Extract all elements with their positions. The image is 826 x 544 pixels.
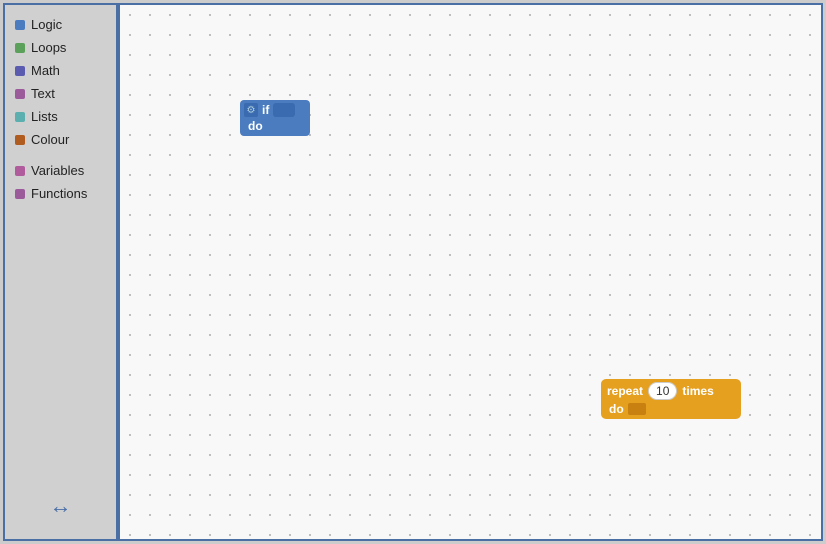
canvas-area[interactable]: ⚙ if do repeat 10 times do [120, 5, 821, 539]
sidebar-label-variables: Variables [31, 163, 84, 178]
repeat-label: repeat [607, 384, 643, 398]
app-container: Logic Loops Math Text Lists Colour Variables Fu… [3, 3, 823, 541]
sidebar-label-logic: Logic [31, 17, 62, 32]
color-dot-logic [15, 20, 25, 30]
sidebar-item-lists[interactable]: Lists [5, 105, 116, 128]
color-dot-lists [15, 112, 25, 122]
color-dot-text [15, 89, 25, 99]
sidebar-item-variables[interactable]: Variables [5, 159, 116, 182]
color-dot-math [15, 66, 25, 76]
repeat-block[interactable]: repeat 10 times do [601, 379, 741, 419]
if-do-label: do [248, 119, 263, 133]
sidebar-label-text: Text [31, 86, 55, 101]
do-notch [628, 403, 646, 415]
resize-handle[interactable]: ↔ [50, 493, 72, 519]
color-dot-colour [15, 135, 25, 145]
sidebar-item-text[interactable]: Text [5, 82, 116, 105]
color-dot-functions [15, 189, 25, 199]
sidebar-item-logic[interactable]: Logic [5, 13, 116, 36]
if-block[interactable]: ⚙ if do [240, 100, 310, 136]
repeat-number[interactable]: 10 [648, 382, 677, 400]
if-slot [273, 103, 295, 117]
sidebar-item-math[interactable]: Math [5, 59, 116, 82]
sidebar-label-lists: Lists [31, 109, 58, 124]
times-label: times [682, 384, 713, 398]
if-label: if [262, 103, 269, 117]
sidebar-label-loops: Loops [31, 40, 66, 55]
color-dot-variables [15, 166, 25, 176]
sidebar-label-functions: Functions [31, 186, 87, 201]
sidebar-item-loops[interactable]: Loops [5, 36, 116, 59]
sidebar-label-math: Math [31, 63, 60, 78]
repeat-do-label: do [609, 402, 624, 416]
sidebar: Logic Loops Math Text Lists Colour Variables Fu… [5, 5, 120, 539]
sidebar-item-functions[interactable]: Functions [5, 182, 116, 205]
sidebar-label-colour: Colour [31, 132, 69, 147]
color-dot-loops [15, 43, 25, 53]
gear-icon: ⚙ [244, 103, 258, 117]
sidebar-item-colour[interactable]: Colour [5, 128, 116, 151]
